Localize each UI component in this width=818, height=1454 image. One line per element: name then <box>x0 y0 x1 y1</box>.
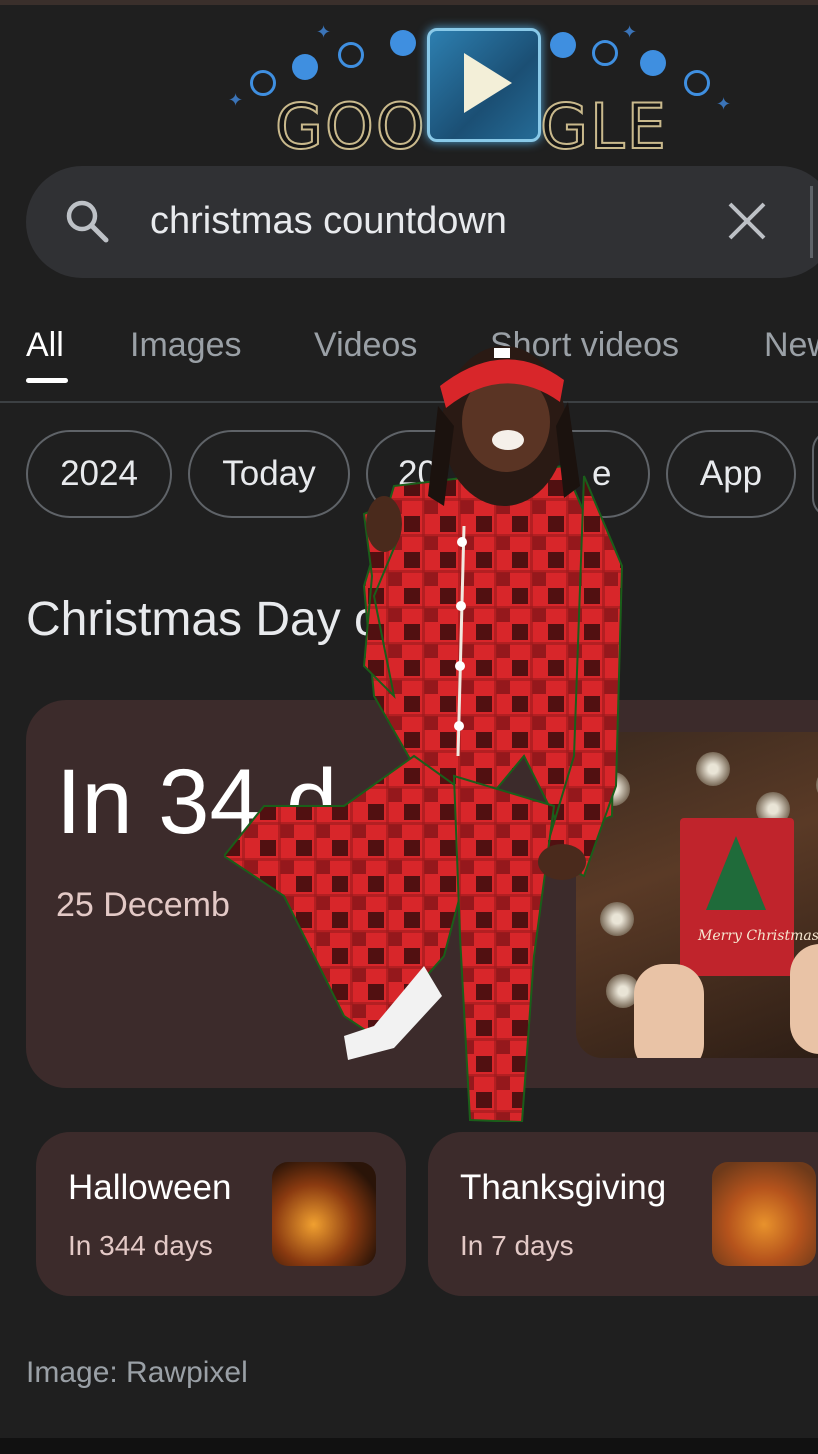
related-title: Thanksgiving <box>460 1168 667 1207</box>
christmas-tree-icon <box>706 836 766 910</box>
star-icon: ✦ <box>622 22 638 42</box>
image-credit: Image: Rawpixel <box>26 1356 248 1389</box>
star-icon: ✦ <box>716 94 732 114</box>
google-doodle[interactable]: ✦ ✦ ✦ ✦ GOO GLE <box>220 18 740 164</box>
halloween-thumbnail <box>272 1162 376 1266</box>
moon-icon <box>550 32 576 58</box>
bottom-bar <box>0 1438 818 1454</box>
hand-image <box>634 964 704 1058</box>
play-icon[interactable] <box>427 28 541 142</box>
star-icon: ✦ <box>228 90 244 110</box>
related-subtitle: In 7 days <box>460 1230 574 1261</box>
tab-all[interactable]: All <box>26 326 64 365</box>
dancing-person-overlay <box>224 346 624 1122</box>
moon-icon <box>592 40 618 66</box>
search-icon[interactable] <box>64 198 110 244</box>
countdown-date: 25 Decemb <box>56 886 230 924</box>
related-card-halloween[interactable]: Halloween In 344 days <box>36 1132 406 1296</box>
search-divider <box>810 186 813 258</box>
top-border <box>0 0 818 5</box>
search-bar[interactable]: christmas countdown <box>26 166 818 278</box>
filter-chip-2024[interactable]: 2024 <box>26 430 172 518</box>
moon-icon <box>250 70 276 96</box>
star-icon: ✦ <box>316 22 332 42</box>
related-title: Halloween <box>68 1168 232 1207</box>
tab-news[interactable]: New <box>764 326 818 365</box>
related-subtitle: In 344 days <box>68 1230 213 1261</box>
moon-icon <box>640 50 666 76</box>
doodle-text-right: GLE <box>539 89 668 164</box>
related-card-thanksgiving[interactable]: Thanksgiving In 7 days <box>428 1132 818 1296</box>
moon-icon <box>390 30 416 56</box>
active-tab-indicator <box>26 378 68 383</box>
moon-icon <box>338 42 364 68</box>
search-input[interactable]: christmas countdown <box>150 196 507 246</box>
filter-chip-more[interactable] <box>812 430 818 518</box>
moon-icon <box>684 70 710 96</box>
hand-image <box>790 944 818 1054</box>
thanksgiving-thumbnail <box>712 1162 816 1266</box>
close-icon[interactable] <box>726 200 768 242</box>
filter-chip-app[interactable]: App <box>666 430 796 518</box>
pinecone-image <box>696 752 730 786</box>
card-text: Merry Christmas <box>698 928 818 944</box>
doodle-text-left: GOO <box>274 89 427 164</box>
moon-icon <box>292 54 318 80</box>
